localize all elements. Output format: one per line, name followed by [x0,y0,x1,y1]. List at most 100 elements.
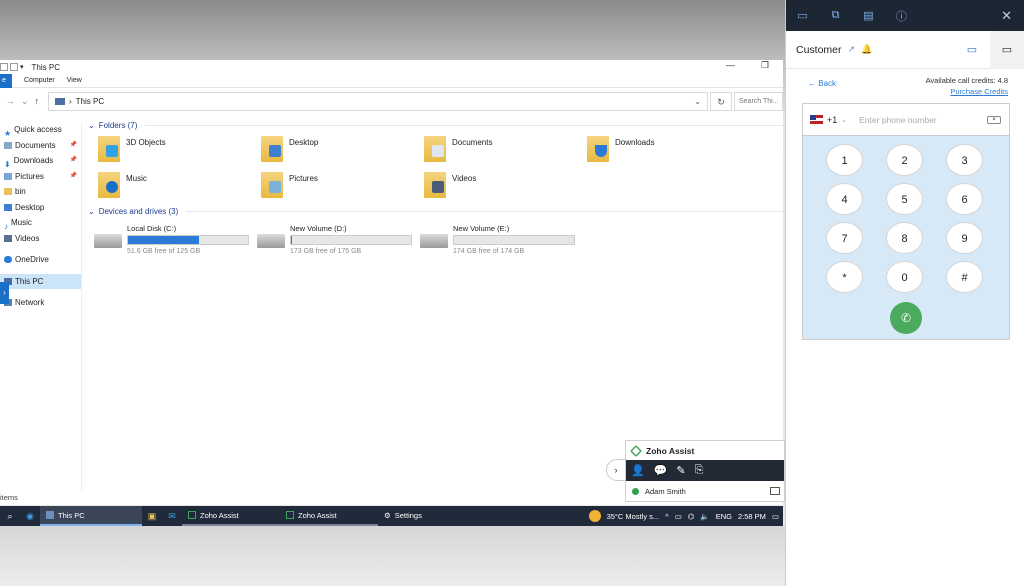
drive-c[interactable]: Local Disk (C:) 51.6 GB free of 125 GB [94,224,257,256]
key-hash[interactable]: # [946,261,983,293]
widget-collapse-button[interactable]: › [606,459,626,481]
sidebar-item-music[interactable]: ♪ Music [0,215,81,231]
forward-arrow-icon[interactable]: → [6,96,15,106]
purchase-credits-link[interactable]: Purchase Credits [926,87,1008,96]
mail-icon[interactable]: ✉ [162,511,182,522]
bell-icon[interactable]: 🔔 [861,44,872,55]
file-explorer-icon[interactable]: ▣ [142,511,162,522]
up-arrow-icon[interactable]: ↑ [35,96,40,106]
taskbar-app-zoho-assist-1[interactable]: Zoho Assist [182,506,280,526]
drive-d[interactable]: New Volume (D:) 173 GB free of 175 GB [257,224,420,256]
sidebar-item-quick-access[interactable]: ★ Quick access [0,122,81,138]
panel-header: Customer ↗ 🔔 ▭ ▭ [786,30,1024,69]
taskbar-app-settings[interactable]: ⚙ Settings [378,506,476,526]
edge-icon[interactable]: ◉ [20,511,40,522]
back-link[interactable]: ← Back [808,79,836,88]
taskbar-app-zoho-assist-2[interactable]: Zoho Assist [280,506,378,526]
zoho-assist-icon [286,511,294,519]
address-dropdown-icon[interactable]: ⌄ [694,97,701,106]
history-chevron-icon[interactable]: ⌄ [21,96,29,107]
phone-number-input[interactable]: Enter phone number [859,115,937,125]
country-dropdown-icon[interactable]: ⌄ [841,116,847,124]
country-code[interactable]: +1 [827,115,837,125]
maximize-icon[interactable]: ❐ [761,60,769,71]
tab-view[interactable]: View [67,77,82,84]
key-5[interactable]: 5 [886,183,923,215]
refresh-button[interactable]: ↻ [710,92,732,111]
files-icon[interactable]: ⎘ [695,464,704,477]
key-2[interactable]: 2 [886,144,923,176]
folder-desktop[interactable]: Desktop [261,136,424,164]
language-indicator[interactable]: ENG [716,512,732,521]
clock[interactable]: 2:58 PM [738,512,766,521]
monitor-icon[interactable] [770,487,780,495]
backspace-icon[interactable]: × [987,115,1001,124]
folder-videos[interactable]: Videos [424,172,587,200]
this-pc-icon [55,98,65,105]
sidebar-item-documents[interactable]: Documents 📌 [0,138,81,154]
minimize-icon[interactable]: — [726,60,735,71]
drive-usage-bar [290,235,412,245]
folder-documents[interactable]: Documents [424,136,587,164]
search-icon[interactable]: ⌕ [0,511,20,522]
notes-icon[interactable]: ▤ [852,9,885,22]
pin-icon: 📌 [69,141,77,148]
key-1[interactable]: 1 [826,144,863,176]
drive-e[interactable]: New Volume (E:) 174 GB free of 174 GB [420,224,583,256]
taskbar-app-this-pc[interactable]: This PC [40,506,142,526]
sidebar-item-this-pc[interactable]: This PC [0,273,81,289]
notification-icon[interactable]: ▭ [772,512,779,521]
search-input[interactable]: Search Thi... [734,92,783,111]
key-4[interactable]: 4 [826,183,863,215]
call-button[interactable]: ✆ [890,302,922,334]
drive-free-space: 51.6 GB free of 125 GB [127,248,201,255]
folder-downloads[interactable]: Downloads [587,136,750,164]
sidebar-item-bin[interactable]: bin [0,184,81,200]
user-icon[interactable]: 👤 [631,464,645,477]
sessions-icon[interactable]: ⧉ [819,9,852,22]
call-credits: Available call credits: 4.8 Purchase Cre… [925,76,1008,96]
video-call-icon[interactable]: ▭ [990,30,1024,69]
drive-usage-bar [127,235,249,245]
address-bar[interactable]: › This PC ⌄ [48,92,708,111]
volume-icon[interactable]: 🔈 [700,512,709,521]
chat-bubble-icon[interactable]: ▭ [954,43,990,56]
sidebar-item-downloads[interactable]: ⬇ Downloads 📌 [0,153,81,169]
tab-file[interactable]: e [0,73,12,88]
close-icon[interactable]: ✕ [1001,8,1012,24]
folder-pictures[interactable]: Pictures [261,172,424,200]
key-0[interactable]: 0 [886,261,923,293]
sidebar-item-videos[interactable]: Videos [0,231,81,247]
folder-3d-objects[interactable]: 3D Objects [98,136,261,164]
drive-usage-fill [291,236,293,244]
key-9[interactable]: 9 [946,222,983,254]
remote-side-toggle-button[interactable]: › [0,282,9,304]
key-3[interactable]: 3 [946,144,983,176]
quick-access-toolbar[interactable]: ▾ [0,63,24,71]
folder-music[interactable]: Music [98,172,261,200]
us-flag-icon[interactable] [810,115,823,124]
annotate-icon[interactable]: ✎ [676,464,685,477]
music-note-icon: ♪ [4,222,8,232]
network-icon[interactable]: ⌬ [688,512,695,521]
folders-group-header[interactable]: ⌄ Folders (7) [84,118,783,132]
tab-computer[interactable]: Computer [24,77,55,84]
drives-group-header[interactable]: ⌄ Devices and drives (3) [84,204,783,218]
music-folder-icon [98,172,120,198]
sidebar-item-onedrive[interactable]: OneDrive [0,252,81,268]
edit-icon[interactable]: ↗ [848,44,856,55]
chat-icon[interactable]: ▭ [786,9,819,22]
sidebar-item-network[interactable]: Network [0,295,81,311]
key-6[interactable]: 6 [946,183,983,215]
key-8[interactable]: 8 [886,222,923,254]
sidebar-item-desktop[interactable]: Desktop [0,200,81,216]
chat-icon[interactable]: 💬 [654,464,668,477]
weather-text[interactable]: 35°C Mostly s... [607,512,660,521]
chevron-up-icon[interactable]: ^ [665,512,669,521]
panel-title: Customer [796,43,842,56]
info-icon[interactable]: ⓘ [885,8,918,24]
key-7[interactable]: 7 [826,222,863,254]
sidebar-item-pictures[interactable]: Pictures 📌 [0,169,81,185]
battery-icon[interactable]: ▭ [675,512,682,521]
key-star[interactable]: * [826,261,863,293]
